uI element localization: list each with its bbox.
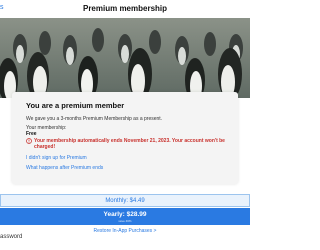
premium-membership-screen: s Premium membership You are a premium m… [0, 0, 250, 250]
penguin-hero-image [0, 18, 250, 98]
membership-card: You are a premium member We gave you a 3… [12, 92, 238, 184]
page-title: Premium membership [82, 4, 168, 13]
yearly-plan-savings: save 46% [118, 219, 132, 223]
restore-purchases-link[interactable]: Restore In-App Purchases > [0, 228, 250, 234]
password-label: assword [0, 234, 23, 240]
after-premium-link[interactable]: What happens after Premium ends [26, 165, 103, 171]
monthly-plan-label: Monthly: $4.49 [105, 197, 145, 204]
nav-bar: s Premium membership [0, 0, 250, 18]
yearly-plan-label: Yearly: $28.99 [103, 211, 147, 218]
monthly-plan-button[interactable]: Monthly: $4.49 [0, 194, 250, 207]
card-title: You are a premium member [26, 101, 125, 110]
membership-value: Free [26, 131, 37, 137]
expiry-warning: Your membership automatically ends Novem… [34, 138, 225, 150]
yearly-plan-button[interactable]: Yearly: $28.99 save 46% [0, 208, 250, 225]
no-signup-link[interactable]: I didn't sign up for Premium [26, 155, 87, 161]
penguin-photo [0, 18, 250, 98]
warning-icon [26, 138, 32, 144]
card-subtitle: We gave you a 3-months Premium Membershi… [26, 116, 163, 122]
